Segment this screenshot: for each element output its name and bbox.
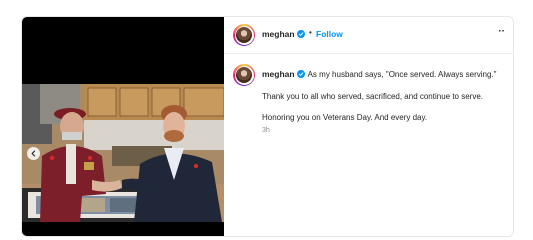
post-photo[interactable] xyxy=(22,84,224,222)
verified-badge-icon xyxy=(297,29,305,38)
caption-line: meghan As my husband says, "Once served. … xyxy=(262,69,496,79)
caption-username[interactable]: meghan xyxy=(262,69,295,79)
header-separator: • xyxy=(309,28,312,37)
post-card: meghan • Follow ·· meghan As my husband s… xyxy=(21,16,514,237)
caption-paragraph-2: Honoring you on Veterans Day. And every … xyxy=(262,113,428,122)
verified-badge-icon xyxy=(296,70,305,78)
follow-button[interactable]: Follow xyxy=(316,29,343,39)
caption-paragraph-1: Thank you to all who served, sacrificed,… xyxy=(262,92,484,101)
post-header: meghan • Follow ·· xyxy=(224,17,513,54)
caption-avatar[interactable] xyxy=(233,64,255,86)
carousel-prev-button[interactable] xyxy=(27,147,40,160)
avatar[interactable] xyxy=(233,24,255,46)
post-media xyxy=(22,17,224,236)
header-username[interactable]: meghan xyxy=(262,29,295,39)
chevron-left-icon xyxy=(31,150,36,157)
post-timestamp[interactable]: 3h xyxy=(262,127,270,134)
post-details: meghan • Follow ·· meghan As my husband s… xyxy=(224,17,513,236)
more-options-icon[interactable]: ·· xyxy=(498,26,505,37)
caption-text: As my husband says, "Once served. Always… xyxy=(307,70,497,79)
